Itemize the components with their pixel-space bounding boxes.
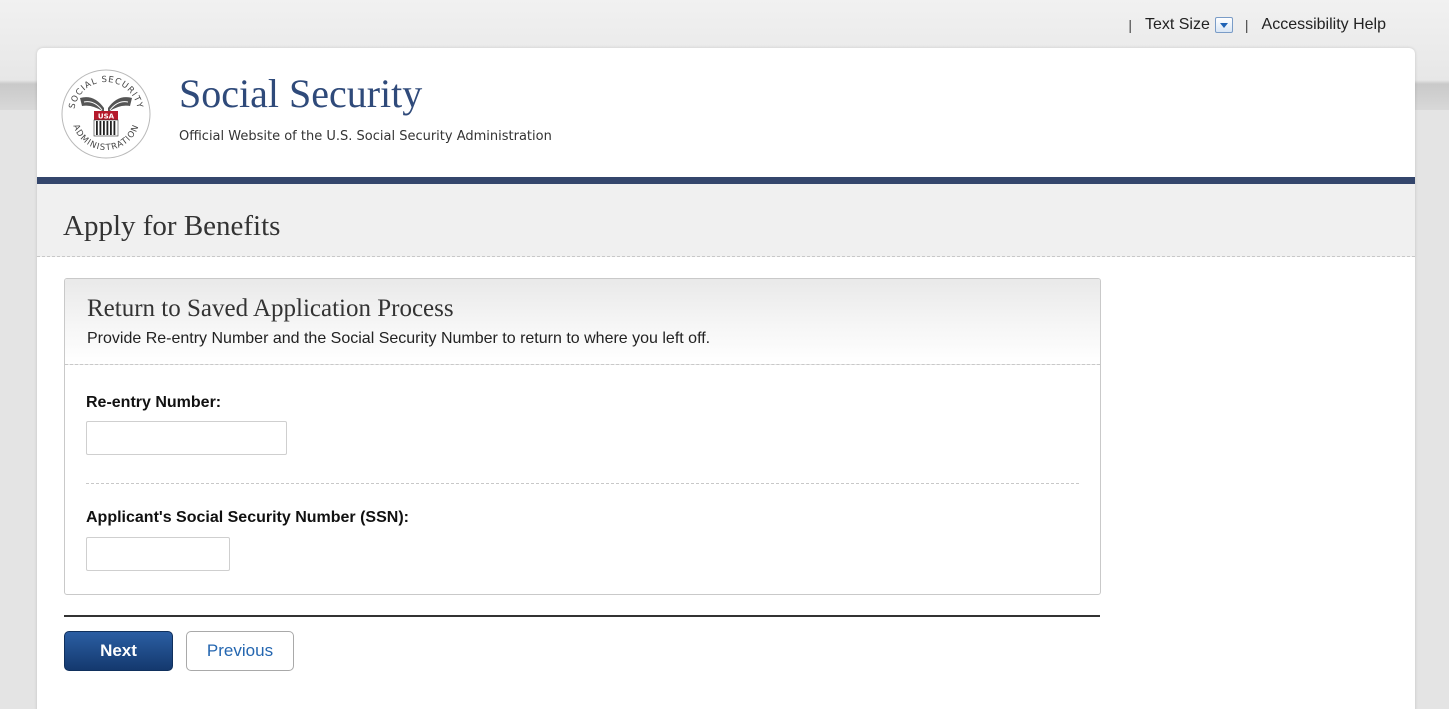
svg-text:USA: USA — [98, 113, 115, 121]
reentry-number-label: Re-entry Number: — [86, 394, 222, 411]
header-divider — [37, 177, 1415, 184]
form-bottom-divider — [64, 615, 1100, 617]
page-header: Apply for Benefits — [37, 184, 1415, 257]
accessibility-help-link[interactable]: Accessibility Help — [1262, 16, 1386, 34]
chevron-down-icon[interactable] — [1214, 17, 1233, 33]
ssn-input[interactable] — [86, 537, 230, 571]
page-title: Apply for Benefits — [63, 210, 281, 242]
ssn-label: Applicant's Social Security Number (SSN)… — [86, 509, 409, 526]
ssa-seal-logo[interactable]: SOCIAL SECURITY ADMINISTRATION USA — [60, 68, 152, 160]
main-card: SOCIAL SECURITY ADMINISTRATION USA Socia… — [37, 48, 1415, 709]
panel-header: Return to Saved Application Process Prov… — [65, 279, 1100, 365]
panel-instructions: Provide Re-entry Number and the Social S… — [87, 330, 711, 347]
saved-application-panel: Return to Saved Application Process Prov… — [64, 278, 1101, 595]
panel-title: Return to Saved Application Process — [87, 295, 454, 322]
site-title[interactable]: Social Security — [179, 74, 422, 114]
text-size-link[interactable]: Text Size — [1145, 16, 1210, 34]
field-divider — [86, 483, 1079, 484]
utility-separator: | — [1244, 17, 1249, 33]
utility-bar: | Text Size | Accessibility Help — [1128, 16, 1386, 34]
site-subtitle: Official Website of the U.S. Social Secu… — [179, 129, 552, 144]
next-button[interactable]: Next — [64, 631, 173, 671]
previous-button[interactable]: Previous — [186, 631, 294, 671]
reentry-number-input[interactable] — [86, 421, 287, 455]
utility-separator: | — [1128, 17, 1132, 33]
